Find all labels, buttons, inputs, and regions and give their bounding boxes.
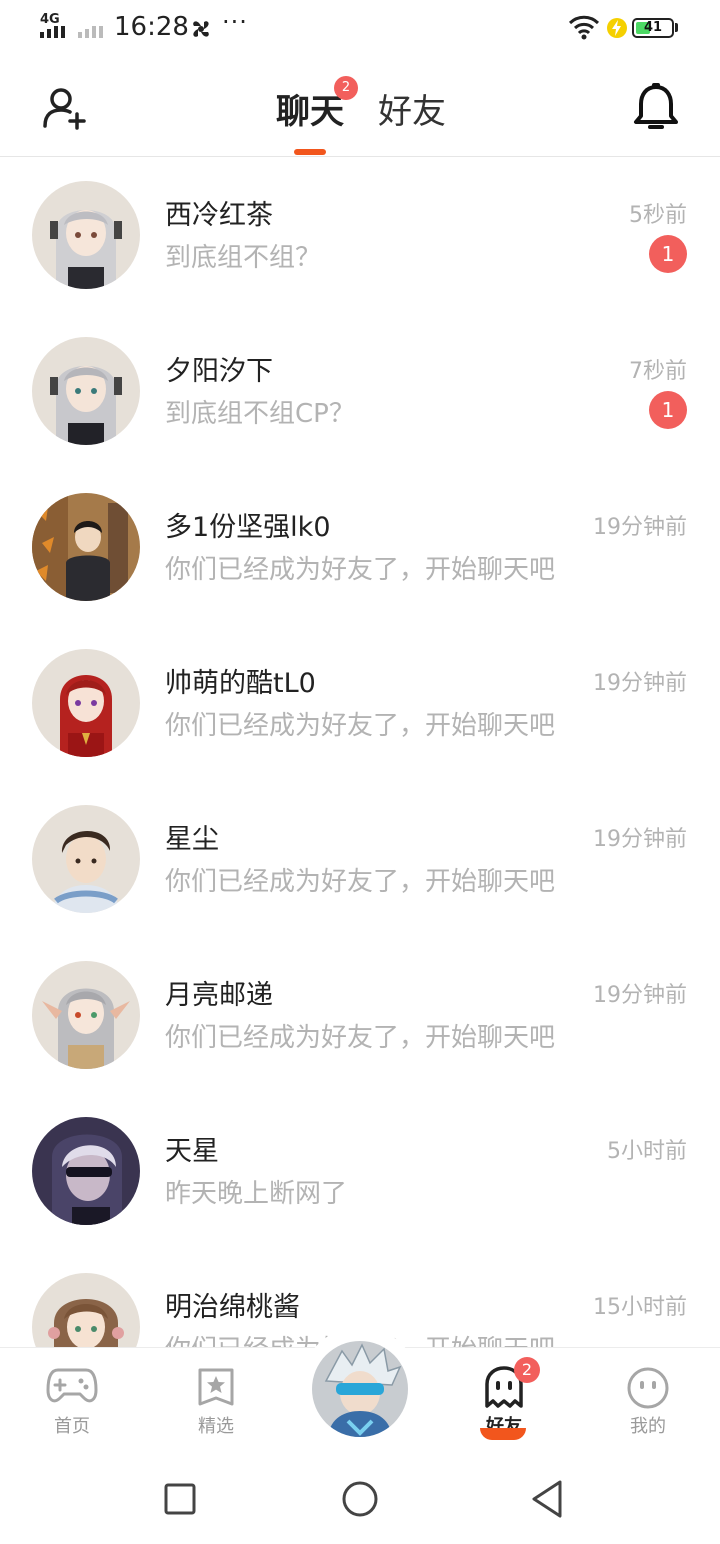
unread-badge: 1: [649, 235, 687, 273]
chat-time: 19分钟前: [593, 671, 687, 696]
back-icon[interactable]: [528, 1479, 568, 1519]
chat-time: 15小时前: [593, 1295, 687, 1320]
signal-secondary-icon: [78, 26, 103, 38]
avatar: [32, 805, 140, 913]
chat-name: 月亮邮递: [165, 980, 273, 1011]
chat-name: 西冷红茶: [165, 200, 273, 231]
clock: 16:28: [114, 12, 189, 42]
fan-icon: [193, 21, 209, 37]
unread-badge: 1: [649, 391, 687, 429]
avatar: [32, 649, 140, 757]
nav-home[interactable]: 首页: [12, 1348, 132, 1448]
active-nav-indicator: [480, 1428, 526, 1440]
chat-time: 19分钟前: [593, 515, 687, 540]
battery-level: 41: [643, 20, 663, 35]
chat-row[interactable]: 多1份坚强lk0 你们已经成为好友了，开始聊天吧 19分钟前: [0, 469, 720, 625]
network-type: 4G: [40, 12, 60, 27]
avatar: [32, 181, 140, 289]
chat-time: 19分钟前: [593, 983, 687, 1008]
avatar: [32, 1273, 140, 1347]
chat-preview: 昨天晚上断网了: [165, 1179, 348, 1209]
center-avatar[interactable]: [312, 1341, 408, 1437]
chat-row[interactable]: 月亮邮递 你们已经成为好友了，开始聊天吧 19分钟前: [0, 937, 720, 1093]
chat-name: 天星: [165, 1136, 219, 1167]
chat-row[interactable]: 星尘 你们已经成为好友了，开始聊天吧 19分钟前: [0, 781, 720, 937]
nav-label: 首页: [54, 1416, 90, 1437]
chat-row[interactable]: 天星 昨天晚上断网了 5小时前: [0, 1093, 720, 1249]
avatar: [32, 961, 140, 1069]
nav-label: 我的: [630, 1416, 666, 1437]
chat-time: 5秒前: [629, 203, 687, 228]
wifi-icon: [568, 15, 600, 40]
charging-icon: [607, 18, 627, 38]
chat-name: 多1份坚强lk0: [165, 512, 331, 543]
chat-tab-badge: 2: [334, 76, 358, 100]
chat-preview: 你们已经成为好友了，开始聊天吧: [165, 867, 556, 897]
friends-nav-badge: 2: [514, 1357, 540, 1383]
recent-apps-icon[interactable]: [160, 1479, 200, 1519]
header: 聊天 2 好友: [0, 58, 720, 157]
nav-me[interactable]: 我的: [588, 1348, 708, 1448]
avatar: [32, 337, 140, 445]
home-icon[interactable]: [340, 1479, 380, 1519]
status-bar: 4G 16:28 ··· 41: [0, 0, 720, 58]
chat-time: 19分钟前: [593, 827, 687, 852]
chat-row[interactable]: 帅萌的酷tL0 你们已经成为好友了，开始聊天吧 19分钟前: [0, 625, 720, 781]
chat-name: 帅萌的酷tL0: [165, 668, 316, 699]
chat-list: 西冷红茶 到底组不组？ 5秒前 1 夕阳汐下 到底组不组CP？ 7秒前 1 多1…: [0, 157, 720, 1347]
chat-preview: 你们已经成为好友了，开始聊天吧: [165, 555, 556, 585]
chat-preview: 你们已经成为好友了，开始聊天吧: [165, 711, 556, 741]
tab-friends[interactable]: 好友: [378, 84, 446, 133]
battery-icon: 41: [632, 18, 674, 38]
chat-preview: 到底组不组？: [165, 243, 322, 273]
avatar: [32, 1117, 140, 1225]
chat-row[interactable]: 西冷红茶 到底组不组？ 5秒前 1: [0, 157, 720, 313]
avatar: [32, 493, 140, 601]
smiley-icon: [627, 1367, 669, 1409]
notification-bell-icon[interactable]: [632, 82, 680, 134]
chat-name: 星尘: [165, 824, 219, 855]
signal-icon: [40, 26, 65, 38]
chat-preview: 到底组不组CP？: [165, 399, 355, 429]
chat-preview: 你们已经成为好友了，开始聊天吧: [165, 1023, 556, 1053]
gamepad-icon: [46, 1368, 98, 1403]
more-dots: ···: [222, 8, 248, 36]
system-nav-bar: [0, 1447, 720, 1544]
nav-featured[interactable]: 精选: [156, 1348, 276, 1448]
chat-row[interactable]: 夕阳汐下 到底组不组CP？ 7秒前 1: [0, 313, 720, 469]
nav-label: 精选: [198, 1416, 234, 1437]
star-icon: [198, 1368, 234, 1406]
chat-time: 7秒前: [629, 359, 687, 384]
battery-tip: [675, 23, 678, 32]
active-tab-indicator: [294, 149, 326, 155]
chat-name: 夕阳汐下: [165, 356, 273, 387]
nav-center-button[interactable]: [300, 1327, 420, 1447]
chat-time: 5小时前: [607, 1139, 687, 1164]
add-friend-icon[interactable]: [40, 84, 88, 132]
chat-name: 明治绵桃酱: [165, 1292, 300, 1323]
